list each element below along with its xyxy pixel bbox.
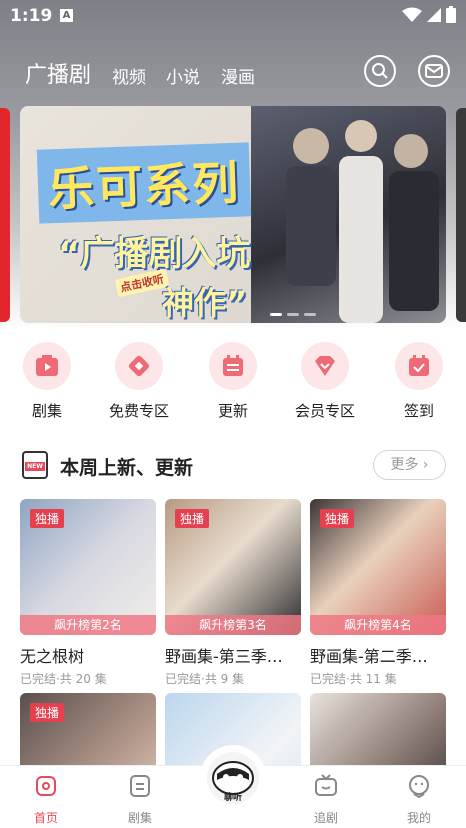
drama-card[interactable]: 独播 飙升榜第4名 野画集-第二季… 已完结·共 11 集 xyxy=(310,499,446,687)
banner-subtitle-2: 神作” xyxy=(162,284,248,322)
center-chat-button[interactable]: 聊听 xyxy=(200,745,266,811)
cover-image: 独播 飙升榜第4名 xyxy=(310,499,446,635)
card-meta: 已完结·共 11 集 xyxy=(310,672,397,686)
quick-checkin[interactable]: 签到 xyxy=(379,342,459,421)
calendar-list-icon xyxy=(223,355,243,376)
nav-profile[interactable]: 我的 xyxy=(389,774,449,826)
quick-menu: 剧集 免费专区 更新 会员专区 签到 xyxy=(0,342,466,422)
tab-radio-drama[interactable]: 广播剧 xyxy=(25,57,91,89)
nav-following[interactable]: 追剧 xyxy=(296,774,356,826)
checkin-icon xyxy=(409,355,429,376)
quick-free-zone[interactable]: 免费专区 xyxy=(99,342,179,421)
cover-image: 独播 飙升榜第3名 xyxy=(165,499,301,635)
episodes-icon xyxy=(130,775,150,797)
top-nav: 广播剧 视频 小说 漫画 xyxy=(0,55,466,91)
tab-novel[interactable]: 小说 xyxy=(166,63,200,88)
home-icon xyxy=(36,776,56,796)
section-title: 本周上新、更新 xyxy=(60,457,194,479)
tab-comic[interactable]: 漫画 xyxy=(221,63,255,88)
status-bar: 1:19 A xyxy=(0,0,466,32)
cover-image: 独播 飙升榜第2名 xyxy=(20,499,156,635)
banner-subtitle-1: “广播剧入坑 xyxy=(58,234,251,274)
diamond-icon xyxy=(128,355,150,377)
quick-episodes[interactable]: 剧集 xyxy=(7,342,87,421)
pagination-dot xyxy=(270,313,282,316)
promo-banner[interactable]: 乐可系列 “广播剧入坑 点击收听 神作” xyxy=(20,106,446,323)
rank-label: 飙升榜第2名 xyxy=(20,615,156,635)
battery-icon xyxy=(446,6,456,23)
card-title: 野画集-第二季… xyxy=(310,647,428,666)
exclusive-badge: 独播 xyxy=(30,509,65,528)
rank-label: 飙升榜第3名 xyxy=(165,615,301,635)
signal-icon xyxy=(427,7,441,22)
pagination-dot xyxy=(304,313,316,316)
drama-card[interactable]: 独播 飙升榜第2名 无之根树 已完结·共 20 集 xyxy=(20,499,156,687)
exclusive-badge: 独播 xyxy=(320,509,355,528)
message-button[interactable] xyxy=(418,55,450,87)
banner-pagination xyxy=(270,313,316,316)
tv-icon xyxy=(315,774,337,796)
card-title: 无之根树 xyxy=(20,647,85,666)
center-label: 聊听 xyxy=(223,793,242,803)
quick-vip-zone[interactable]: 会员专区 xyxy=(285,342,365,421)
vip-heart-icon xyxy=(315,356,335,376)
search-button[interactable] xyxy=(364,55,396,87)
tab-video[interactable]: 视频 xyxy=(112,63,146,88)
play-icon xyxy=(36,355,58,376)
exclusive-badge: 独播 xyxy=(175,509,210,528)
new-book-icon: NEW xyxy=(22,451,48,479)
banner-illustration xyxy=(251,106,446,323)
nav-home[interactable]: 首页 xyxy=(16,774,76,826)
banner-prev-peek[interactable] xyxy=(0,108,10,322)
drama-card[interactable]: 独播 飙升榜第3名 野画集-第三季… 已完结·共 9 集 xyxy=(165,499,301,687)
card-title: 野画集-第三季… xyxy=(165,647,283,666)
card-meta: 已完结·共 20 集 xyxy=(20,672,107,686)
card-meta: 已完结·共 9 集 xyxy=(165,672,245,686)
mail-icon xyxy=(425,64,443,78)
profile-icon xyxy=(409,775,429,799)
quick-updates[interactable]: 更新 xyxy=(193,342,273,421)
banner-title: 乐可系列 xyxy=(36,142,252,224)
status-icons xyxy=(402,6,456,23)
wifi-icon xyxy=(402,7,422,22)
rank-label: 飙升榜第4名 xyxy=(310,615,446,635)
pagination-dot xyxy=(287,313,299,316)
more-button[interactable]: 更多 › xyxy=(373,450,446,480)
notification-icon: A xyxy=(60,9,73,22)
exclusive-badge: 独播 xyxy=(30,703,65,722)
nav-episodes[interactable]: 剧集 xyxy=(110,774,170,826)
search-icon xyxy=(372,63,388,79)
banner-next-peek[interactable] xyxy=(456,108,466,322)
status-time: 1:19 xyxy=(10,6,53,26)
weekly-new-section-header: NEW 本周上新、更新 更多 › xyxy=(0,448,466,482)
